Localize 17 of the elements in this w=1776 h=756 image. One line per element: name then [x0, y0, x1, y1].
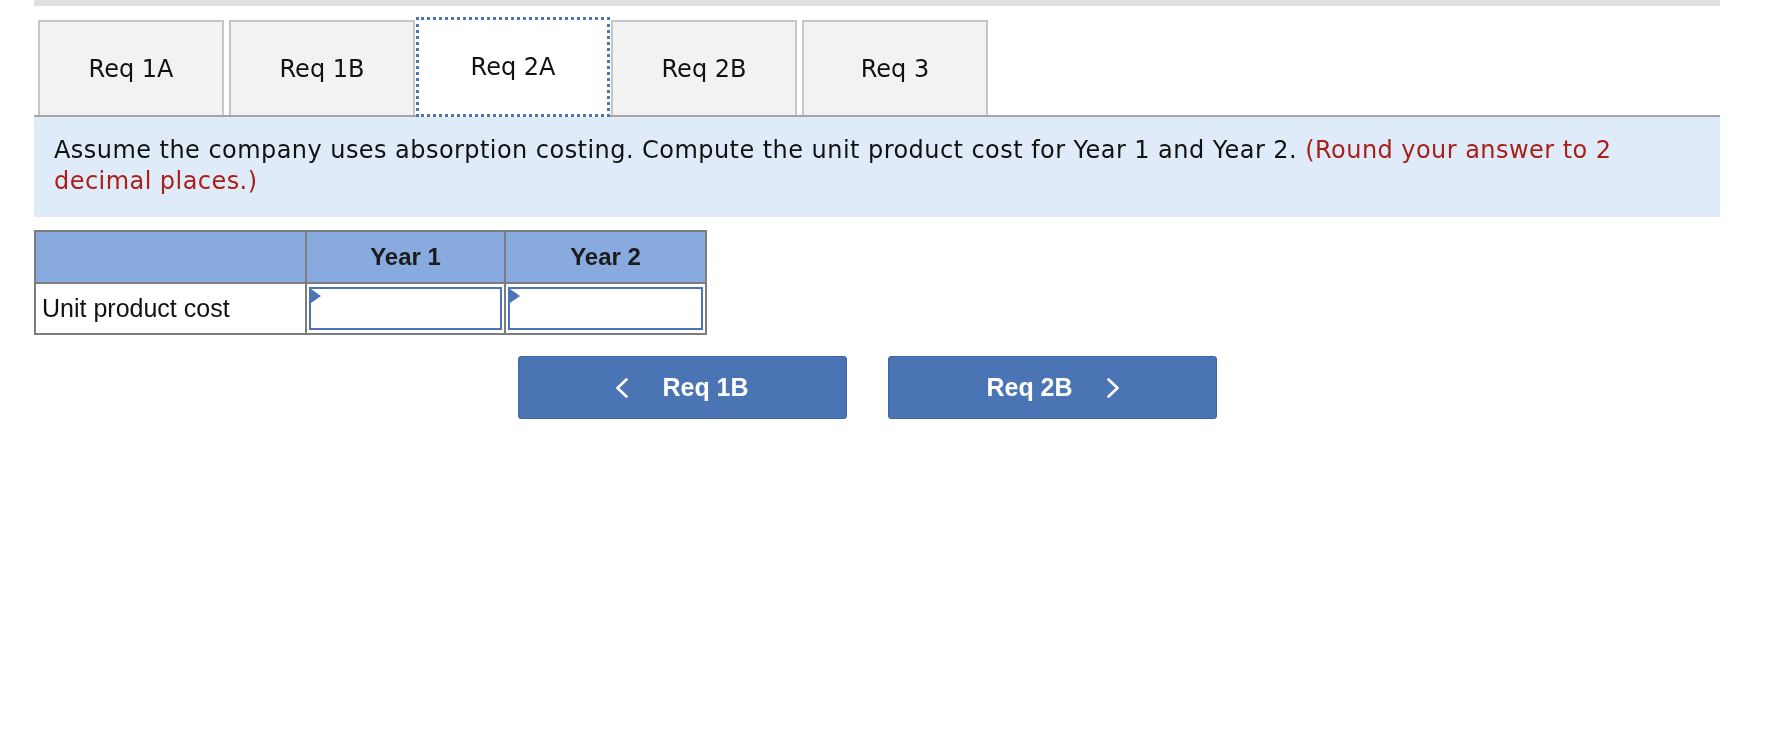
corner-marker-icon [311, 289, 321, 303]
row-label: Unit product cost [35, 283, 306, 334]
answer-field[interactable] [508, 287, 703, 330]
next-button[interactable]: Req 2B [888, 356, 1217, 419]
tab[interactable]: Req 1B [229, 20, 415, 115]
tab[interactable]: Req 2A [416, 17, 610, 117]
chevron-left-icon [616, 377, 629, 398]
instruction-text: Assume the company uses absorption costing. Compute the unit product cost for Year 1 and Year 2. (Round your answer to 2 decimal places.) [54, 135, 1613, 197]
column-header: Year 2 [505, 231, 706, 283]
chevron-right-icon [1106, 377, 1119, 398]
previous-button[interactable]: Req 1B [518, 356, 847, 419]
tab[interactable]: Req 2B [611, 20, 797, 115]
column-header: Year 1 [306, 231, 505, 283]
corner-marker-icon [510, 289, 520, 303]
tab[interactable]: Req 3 [802, 20, 988, 115]
answer-field[interactable] [309, 287, 502, 330]
tab[interactable]: Req 1A [38, 20, 224, 115]
